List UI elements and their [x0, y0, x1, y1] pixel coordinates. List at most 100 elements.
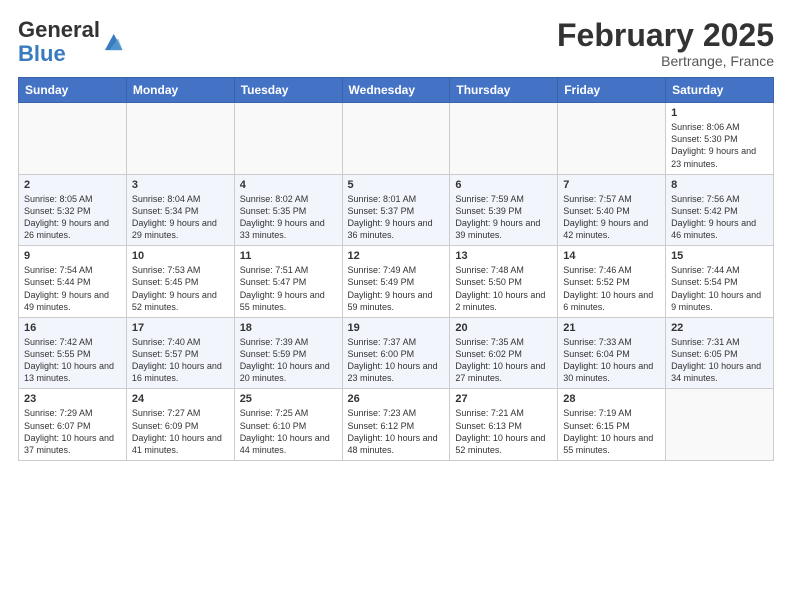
day-info: Sunrise: 7:46 AM Sunset: 5:52 PM Dayligh…	[563, 264, 660, 313]
weekday-header-wednesday: Wednesday	[342, 78, 450, 103]
location: Bertrange, France	[557, 53, 774, 69]
calendar-cell: 22 Sunrise: 7:31 AM Sunset: 6:05 PM Dayli…	[666, 317, 774, 389]
week-row-3: 9 Sunrise: 7:54 AM Sunset: 5:44 PM Daylig…	[19, 246, 774, 318]
calendar-cell: 13Sunrise: 7:48 AM Sunset: 5:50 PM Dayli…	[450, 246, 558, 318]
header: General Blue February 2025 Bertrange, Fr…	[18, 18, 774, 69]
page: General Blue February 2025 Bertrange, Fr…	[0, 0, 792, 479]
day-number: 27	[455, 393, 552, 405]
calendar-cell: 23Sunrise: 7:29 AM Sunset: 6:07 PM Dayli…	[19, 389, 127, 461]
day-number: 21	[563, 322, 660, 334]
day-number: 25	[240, 393, 337, 405]
calendar-cell: 1 Sunrise: 8:06 AM Sunset: 5:30 PM Daylig…	[666, 103, 774, 175]
week-row-5: 23Sunrise: 7:29 AM Sunset: 6:07 PM Dayli…	[19, 389, 774, 461]
day-number: 22	[671, 322, 768, 334]
day-info: Sunrise: 8:02 AM Sunset: 5:35 PM Dayligh…	[240, 193, 337, 242]
calendar-cell	[234, 103, 342, 175]
day-info: Sunrise: 8:05 AM Sunset: 5:32 PM Dayligh…	[24, 193, 121, 242]
calendar-cell: 5Sunrise: 8:01 AM Sunset: 5:37 PM Daylig…	[342, 174, 450, 246]
calendar-cell: 8 Sunrise: 7:56 AM Sunset: 5:42 PM Daylig…	[666, 174, 774, 246]
calendar-cell: 24 Sunrise: 7:27 AM Sunset: 6:09 PM Dayli…	[126, 389, 234, 461]
calendar-cell: 12 Sunrise: 7:49 AM Sunset: 5:49 PM Dayli…	[342, 246, 450, 318]
weekday-header-tuesday: Tuesday	[234, 78, 342, 103]
calendar-cell: 6 Sunrise: 7:59 AM Sunset: 5:39 PM Daylig…	[450, 174, 558, 246]
calendar-cell: 18 Sunrise: 7:39 AM Sunset: 5:59 PM Dayli…	[234, 317, 342, 389]
day-number: 8	[671, 179, 768, 191]
calendar-cell: 14Sunrise: 7:46 AM Sunset: 5:52 PM Dayli…	[558, 246, 666, 318]
day-number: 16	[24, 322, 121, 334]
day-info: Sunrise: 8:04 AM Sunset: 5:34 PM Dayligh…	[132, 193, 229, 242]
day-number: 1	[671, 107, 768, 119]
day-info: Sunrise: 7:27 AM Sunset: 6:09 PM Dayligh…	[132, 407, 229, 456]
day-info: Sunrise: 7:31 AM Sunset: 6:05 PM Dayligh…	[671, 336, 768, 385]
day-info: Sunrise: 7:54 AM Sunset: 5:44 PM Dayligh…	[24, 264, 121, 313]
day-info: Sunrise: 7:42 AM Sunset: 5:55 PM Dayligh…	[24, 336, 121, 385]
day-info: Sunrise: 7:49 AM Sunset: 5:49 PM Dayligh…	[348, 264, 445, 313]
calendar-cell	[666, 389, 774, 461]
day-info: Sunrise: 7:57 AM Sunset: 5:40 PM Dayligh…	[563, 193, 660, 242]
calendar-cell: 17Sunrise: 7:40 AM Sunset: 5:57 PM Dayli…	[126, 317, 234, 389]
week-row-2: 2 Sunrise: 8:05 AM Sunset: 5:32 PM Daylig…	[19, 174, 774, 246]
day-info: Sunrise: 7:51 AM Sunset: 5:47 PM Dayligh…	[240, 264, 337, 313]
day-number: 2	[24, 179, 121, 191]
day-info: Sunrise: 7:59 AM Sunset: 5:39 PM Dayligh…	[455, 193, 552, 242]
calendar-cell: 16 Sunrise: 7:42 AM Sunset: 5:55 PM Dayli…	[19, 317, 127, 389]
weekday-header-saturday: Saturday	[666, 78, 774, 103]
day-number: 11	[240, 250, 337, 262]
calendar-cell	[19, 103, 127, 175]
calendar-cell: 20 Sunrise: 7:35 AM Sunset: 6:02 PM Dayli…	[450, 317, 558, 389]
day-number: 24	[132, 393, 229, 405]
day-number: 26	[348, 393, 445, 405]
calendar-cell	[126, 103, 234, 175]
day-number: 19	[348, 322, 445, 334]
calendar-cell: 28Sunrise: 7:19 AM Sunset: 6:15 PM Dayli…	[558, 389, 666, 461]
calendar-table: SundayMondayTuesdayWednesdayThursdayFrid…	[18, 77, 774, 461]
month-title: February 2025	[557, 18, 774, 53]
day-number: 3	[132, 179, 229, 191]
day-info: Sunrise: 7:40 AM Sunset: 5:57 PM Dayligh…	[132, 336, 229, 385]
calendar-cell: 15 Sunrise: 7:44 AM Sunset: 5:54 PM Dayli…	[666, 246, 774, 318]
logo-general: General Blue	[18, 18, 100, 66]
calendar-cell	[558, 103, 666, 175]
day-info: Sunrise: 7:44 AM Sunset: 5:54 PM Dayligh…	[671, 264, 768, 313]
calendar-cell: 10 Sunrise: 7:53 AM Sunset: 5:45 PM Dayli…	[126, 246, 234, 318]
weekday-header-friday: Friday	[558, 78, 666, 103]
week-row-1: 1 Sunrise: 8:06 AM Sunset: 5:30 PM Daylig…	[19, 103, 774, 175]
day-info: Sunrise: 7:39 AM Sunset: 5:59 PM Dayligh…	[240, 336, 337, 385]
calendar-cell: 4 Sunrise: 8:02 AM Sunset: 5:35 PM Daylig…	[234, 174, 342, 246]
calendar-cell: 26 Sunrise: 7:23 AM Sunset: 6:12 PM Dayli…	[342, 389, 450, 461]
day-number: 12	[348, 250, 445, 262]
calendar-cell	[450, 103, 558, 175]
day-number: 6	[455, 179, 552, 191]
day-number: 9	[24, 250, 121, 262]
weekday-header-row: SundayMondayTuesdayWednesdayThursdayFrid…	[19, 78, 774, 103]
calendar-cell: 3 Sunrise: 8:04 AM Sunset: 5:34 PM Daylig…	[126, 174, 234, 246]
calendar-cell: 9 Sunrise: 7:54 AM Sunset: 5:44 PM Daylig…	[19, 246, 127, 318]
calendar-cell: 25 Sunrise: 7:25 AM Sunset: 6:10 PM Dayli…	[234, 389, 342, 461]
calendar-cell: 11 Sunrise: 7:51 AM Sunset: 5:47 PM Dayli…	[234, 246, 342, 318]
day-info: Sunrise: 7:56 AM Sunset: 5:42 PM Dayligh…	[671, 193, 768, 242]
calendar-cell: 27 Sunrise: 7:21 AM Sunset: 6:13 PM Dayli…	[450, 389, 558, 461]
weekday-header-sunday: Sunday	[19, 78, 127, 103]
day-info: Sunrise: 8:06 AM Sunset: 5:30 PM Dayligh…	[671, 121, 768, 170]
day-number: 15	[671, 250, 768, 262]
day-info: Sunrise: 7:19 AM Sunset: 6:15 PM Dayligh…	[563, 407, 660, 456]
day-info: Sunrise: 7:25 AM Sunset: 6:10 PM Dayligh…	[240, 407, 337, 456]
calendar-cell: 21 Sunrise: 7:33 AM Sunset: 6:04 PM Dayli…	[558, 317, 666, 389]
day-number: 4	[240, 179, 337, 191]
weekday-header-monday: Monday	[126, 78, 234, 103]
day-number: 10	[132, 250, 229, 262]
logo-icon	[102, 31, 124, 53]
day-info: Sunrise: 7:21 AM Sunset: 6:13 PM Dayligh…	[455, 407, 552, 456]
day-info: Sunrise: 7:33 AM Sunset: 6:04 PM Dayligh…	[563, 336, 660, 385]
day-info: Sunrise: 7:23 AM Sunset: 6:12 PM Dayligh…	[348, 407, 445, 456]
day-info: Sunrise: 7:53 AM Sunset: 5:45 PM Dayligh…	[132, 264, 229, 313]
day-info: Sunrise: 7:48 AM Sunset: 5:50 PM Dayligh…	[455, 264, 552, 313]
day-info: Sunrise: 7:29 AM Sunset: 6:07 PM Dayligh…	[24, 407, 121, 456]
week-row-4: 16 Sunrise: 7:42 AM Sunset: 5:55 PM Dayli…	[19, 317, 774, 389]
calendar-cell: 7Sunrise: 7:57 AM Sunset: 5:40 PM Daylig…	[558, 174, 666, 246]
calendar-cell	[342, 103, 450, 175]
day-info: Sunrise: 7:35 AM Sunset: 6:02 PM Dayligh…	[455, 336, 552, 385]
day-number: 18	[240, 322, 337, 334]
day-number: 5	[348, 179, 445, 191]
day-number: 20	[455, 322, 552, 334]
